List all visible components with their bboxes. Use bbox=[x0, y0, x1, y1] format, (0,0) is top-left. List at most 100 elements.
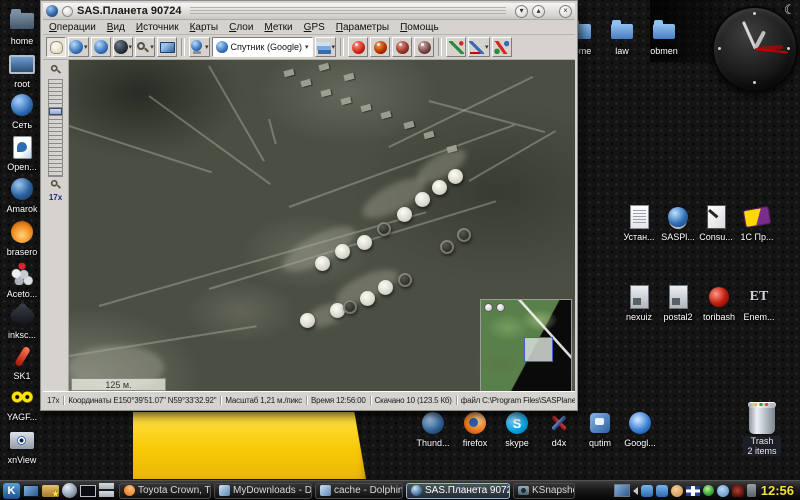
tray-messenger-icon[interactable] bbox=[641, 485, 653, 497]
taskbar-clock[interactable]: 12:56 bbox=[759, 483, 798, 498]
display-settings-icon[interactable] bbox=[614, 484, 630, 497]
window-titlebar[interactable]: SAS.Планета 90724 ▾ ▴ × bbox=[43, 3, 575, 20]
tray-user-icon[interactable] bbox=[671, 485, 683, 497]
map-tank bbox=[335, 244, 350, 259]
full-map-button[interactable]: ▾ bbox=[113, 37, 134, 57]
web-browser-icon[interactable] bbox=[62, 483, 77, 498]
status-cache-file: файл C:\Program Files\SASPlanet\cache\s bbox=[457, 396, 575, 405]
maximize-button[interactable]: ▴ bbox=[532, 5, 545, 18]
map-source-combo[interactable]: Спутник (Google) ▾ bbox=[212, 37, 313, 57]
close-button[interactable]: × bbox=[559, 5, 572, 18]
desktop-icon-amarok[interactable]: Amarok bbox=[0, 176, 44, 214]
route-edit-button[interactable]: ▾ bbox=[468, 37, 490, 57]
desktop-icon-firefox[interactable]: firefox bbox=[453, 410, 497, 448]
map-type-button[interactable]: ▾ bbox=[189, 37, 210, 57]
desktop-pager[interactable] bbox=[99, 483, 114, 498]
placemark-add-button[interactable] bbox=[348, 37, 368, 57]
dolphin-icon bbox=[320, 485, 331, 496]
desktop-icon-home[interactable]: home bbox=[0, 8, 44, 46]
menu-marks[interactable]: Метки bbox=[264, 22, 292, 33]
desktop-icon-obmen-folder[interactable]: obmen bbox=[642, 18, 686, 56]
route-add-button[interactable] bbox=[446, 37, 466, 57]
desktop-icon-1c[interactable]: 1С Пр... bbox=[735, 204, 779, 242]
menu-gps[interactable]: GPS bbox=[304, 22, 325, 33]
konsole-icon[interactable] bbox=[80, 485, 96, 497]
trash-label-box: Trash 2 items bbox=[743, 436, 780, 456]
tray-app-icon[interactable] bbox=[732, 485, 744, 497]
overview-minimap[interactable] bbox=[480, 299, 572, 391]
desktop-icon-openoffice[interactable]: Open... bbox=[0, 134, 44, 172]
minimap-layer-button[interactable] bbox=[496, 303, 505, 312]
desktop-icon-brasero[interactable]: brasero bbox=[0, 219, 44, 257]
fullscreen-button[interactable] bbox=[157, 37, 177, 57]
icon-label: Consu... bbox=[699, 232, 733, 242]
placemark-delete-button[interactable] bbox=[414, 37, 434, 57]
desktop-icon-sk1[interactable]: SK1 bbox=[0, 343, 44, 381]
desktop-icon-ustan[interactable]: Устан... bbox=[617, 204, 661, 242]
task-list: Toyota Crown, Toyota... MyDownloads - Do… bbox=[119, 483, 575, 499]
zoom-out-button[interactable] bbox=[48, 177, 64, 191]
zoom-slider[interactable] bbox=[48, 79, 63, 177]
analog-clock-widget[interactable] bbox=[712, 6, 798, 92]
menu-view[interactable]: Вид bbox=[107, 22, 125, 33]
desktop-icon-law-folder[interactable]: law bbox=[600, 18, 644, 56]
sticky-note[interactable] bbox=[133, 412, 366, 479]
desktop-icon-google-earth[interactable]: Googl... bbox=[618, 410, 662, 448]
desktop-icon-xnview[interactable]: xnView bbox=[0, 427, 44, 465]
task-sasplanet[interactable]: SAS.Планета 90724 bbox=[406, 483, 510, 499]
minimap-zoom-button[interactable] bbox=[484, 303, 493, 312]
pan-tool-button[interactable] bbox=[46, 37, 66, 57]
desktop-icon-nexuiz[interactable]: nexuiz bbox=[617, 284, 661, 322]
task-ksnapshot[interactable]: KSnapshot bbox=[513, 483, 575, 499]
selection-tool-button[interactable] bbox=[91, 37, 111, 57]
kmenu-button[interactable] bbox=[3, 483, 20, 499]
task-dolphin-cache[interactable]: cache - Dolphin bbox=[315, 483, 403, 499]
desktop-icon-qutim[interactable]: qutim bbox=[578, 410, 622, 448]
show-desktop-button[interactable] bbox=[23, 485, 39, 497]
map-view[interactable]: 125 м. bbox=[69, 60, 575, 391]
zoom-slider-handle[interactable] bbox=[49, 108, 62, 115]
task-dolphin-mydownloads[interactable]: MyDownloads - Dolphin bbox=[214, 483, 312, 499]
desktop-icon-consultant[interactable]: Consu... bbox=[694, 204, 738, 242]
desktop-icon-root[interactable]: root bbox=[0, 51, 44, 89]
desktop-icon-toribash[interactable]: toribash bbox=[697, 284, 741, 322]
route-measure-button[interactable] bbox=[492, 37, 512, 57]
desktop-icon-enemy-territory[interactable]: Enem... bbox=[737, 284, 781, 322]
placemark-edit-button[interactable] bbox=[370, 37, 390, 57]
menu-maps[interactable]: Карты bbox=[190, 22, 219, 33]
placemark-manager-button[interactable] bbox=[392, 37, 412, 57]
icon-label: postal2 bbox=[663, 312, 692, 322]
task-firefox[interactable]: Toyota Crown, Toyota... bbox=[119, 483, 211, 499]
desktop-icon-trash[interactable]: Trash 2 items bbox=[740, 404, 784, 456]
desktop-icon-inkscape[interactable]: inksc... bbox=[0, 302, 44, 340]
desktop-icon-yagf[interactable]: YAGF... bbox=[0, 384, 44, 422]
map-tank bbox=[378, 280, 393, 295]
move-tool-button[interactable]: ▾ bbox=[68, 37, 89, 57]
tray-device-icon[interactable] bbox=[747, 484, 756, 497]
tray-status-icon[interactable] bbox=[703, 485, 714, 496]
menu-layers[interactable]: Слои bbox=[229, 22, 253, 33]
zoom-tool-button[interactable]: ▾ bbox=[135, 37, 155, 57]
tray-contact-icon[interactable] bbox=[717, 485, 729, 497]
shade-button[interactable]: ▾ bbox=[515, 5, 528, 18]
desktop-icon-network[interactable]: Сеть bbox=[0, 92, 44, 130]
layers-button[interactable]: ▾ bbox=[315, 37, 337, 57]
map-tank-dark bbox=[398, 273, 412, 287]
desktop-icon-thunderbird[interactable]: Thund... bbox=[411, 410, 455, 448]
desktop-icon-acetone[interactable]: Aceto... bbox=[0, 261, 44, 299]
desktop-icon-d4x[interactable]: d4x bbox=[537, 410, 581, 448]
menu-parameters[interactable]: Параметры bbox=[336, 22, 389, 33]
tray-messenger-icon[interactable] bbox=[656, 485, 668, 497]
zoom-in-button[interactable] bbox=[48, 62, 64, 76]
bookmarks-folder-icon[interactable] bbox=[42, 485, 59, 497]
tray-collapse-arrow-icon[interactable] bbox=[633, 487, 638, 495]
map-tank bbox=[432, 180, 447, 195]
keyboard-layout-flag-icon[interactable] bbox=[686, 486, 700, 496]
menu-operations[interactable]: Операции bbox=[49, 22, 96, 33]
desktop-icon-skype[interactable]: skype bbox=[495, 410, 539, 448]
window-menu-button[interactable] bbox=[62, 6, 73, 17]
menu-source[interactable]: Источник bbox=[136, 22, 179, 33]
minimap-viewport-rect[interactable] bbox=[524, 337, 553, 362]
desktop-icon-postal2[interactable]: postal2 bbox=[656, 284, 700, 322]
menu-help[interactable]: Помощь bbox=[400, 22, 439, 33]
